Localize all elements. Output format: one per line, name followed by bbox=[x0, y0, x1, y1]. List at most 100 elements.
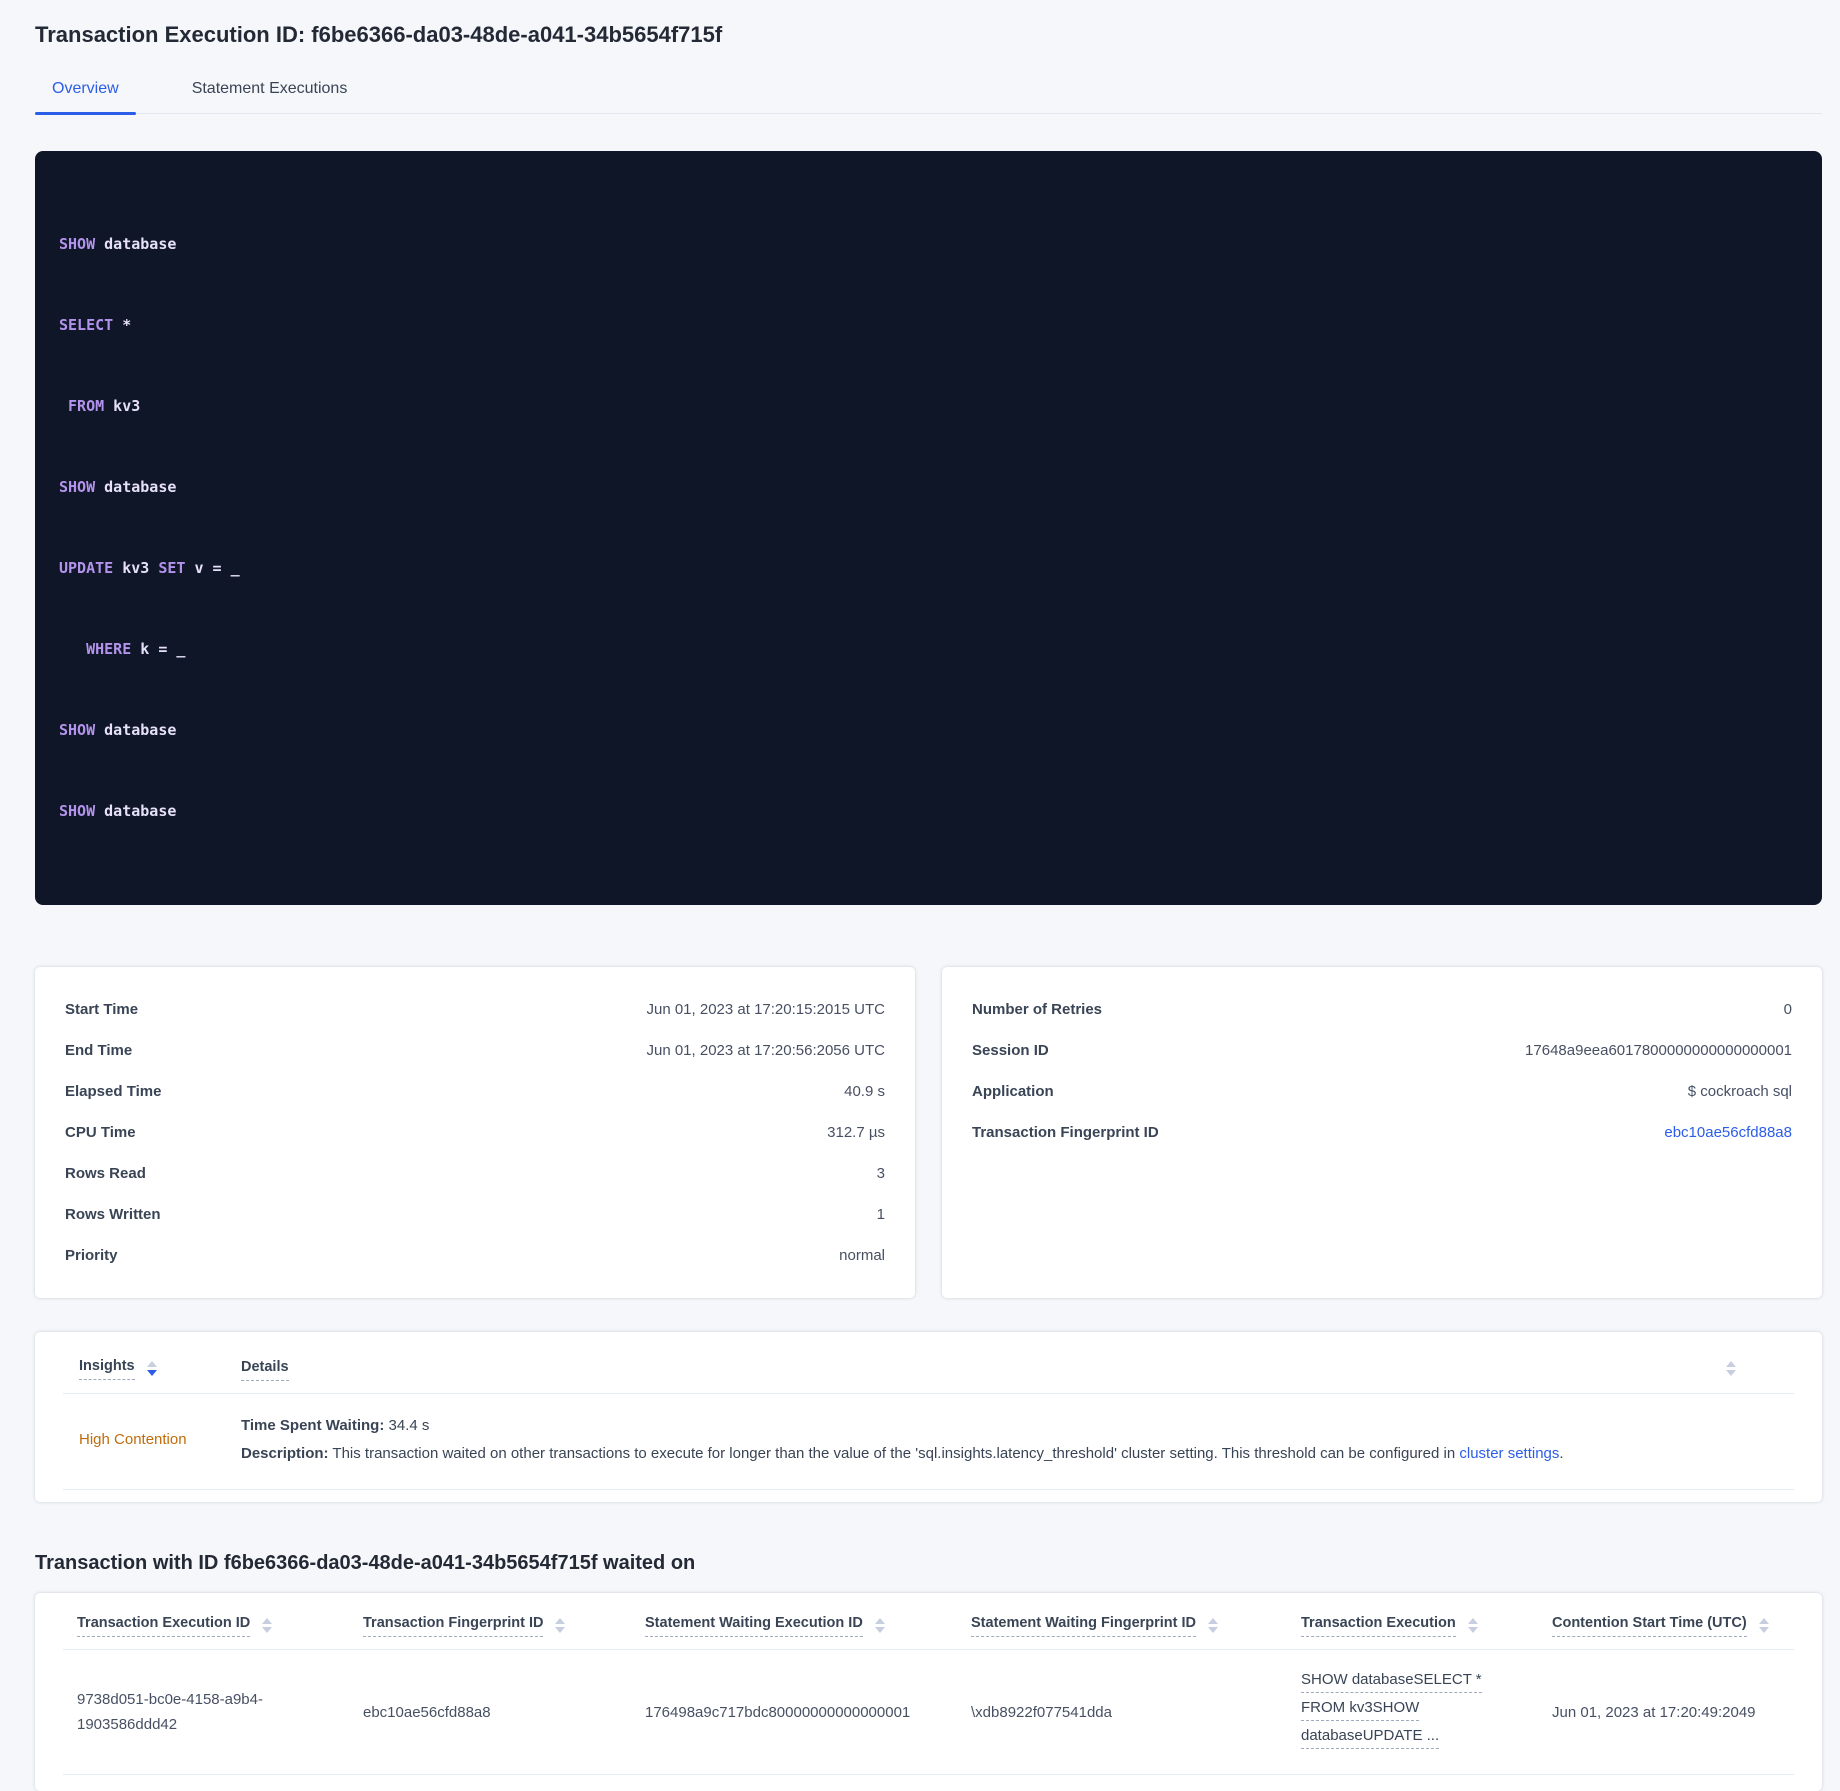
transaction-details-page: Transaction Execution ID: f6be6366-da03-… bbox=[0, 0, 1840, 1791]
sort-down-arrow-icon bbox=[1467, 1627, 1478, 1633]
sql-text: kv3 bbox=[113, 559, 159, 577]
column-sort-header[interactable]: Transaction Execution bbox=[1301, 1615, 1456, 1637]
priority-value: normal bbox=[839, 1247, 885, 1264]
sql-text: database bbox=[95, 235, 177, 253]
sql-line: FROM kv3 bbox=[59, 393, 1798, 420]
sort-down-arrow-icon bbox=[262, 1627, 273, 1633]
info-row-priority: Priority normal bbox=[65, 1235, 885, 1276]
sql-keyword: SHOW bbox=[59, 478, 96, 496]
sort-up-arrow-icon bbox=[874, 1618, 885, 1624]
sql-keyword: SHOW bbox=[59, 802, 96, 820]
insight-row: High Contention Time Spent Waiting: 34.4… bbox=[63, 1393, 1794, 1490]
details-sort-header[interactable]: Details bbox=[241, 1359, 289, 1381]
sql-keyword: SELECT bbox=[59, 316, 114, 334]
sort-icon[interactable] bbox=[262, 1618, 273, 1633]
sql-text: database bbox=[95, 478, 177, 496]
transaction-execution-preview[interactable]: databaseUPDATE ... bbox=[1301, 1726, 1440, 1749]
sort-down-arrow-icon bbox=[1758, 1627, 1769, 1633]
waiting-label: Time Spent Waiting: bbox=[241, 1417, 385, 1434]
retries-value: 0 bbox=[1783, 1001, 1792, 1018]
statement-waiting-execution-id-value: 176498a9c717bdc80000000000000001 bbox=[645, 1703, 911, 1721]
details-column-header: Details bbox=[241, 1358, 289, 1381]
column-sort-header[interactable]: Contention Start Time (UTC) bbox=[1552, 1615, 1747, 1637]
sql-line: SHOW database bbox=[59, 717, 1798, 744]
contention-start-time-value: Jun 01, 2023 at 17:20:49:2049 bbox=[1552, 1703, 1756, 1721]
sort-up-arrow-icon bbox=[262, 1618, 273, 1624]
info-label: Session ID bbox=[972, 1042, 1049, 1059]
statement-waiting-fingerprint-id-value: \xdb8922f077541dda bbox=[971, 1703, 1112, 1721]
cell-statement-waiting-execution-id: 176498a9c717bdc80000000000000001 bbox=[631, 1700, 957, 1725]
transaction-execution-id-value: 9738d051-bc0e-4158-a9b4-1903586ddd42 bbox=[77, 1691, 263, 1733]
cpu-time-value: 312.7 µs bbox=[827, 1124, 885, 1141]
sort-icon[interactable] bbox=[146, 1361, 157, 1376]
info-row-elapsed-time: Elapsed Time 40.9 s bbox=[65, 1071, 885, 1112]
sql-indent bbox=[59, 397, 68, 415]
tab-overview[interactable]: Overview bbox=[35, 80, 136, 115]
info-label: Rows Read bbox=[65, 1165, 146, 1182]
sql-text: k = _ bbox=[131, 640, 186, 658]
sort-icon[interactable] bbox=[1208, 1618, 1219, 1633]
info-label: Number of Retries bbox=[972, 1001, 1103, 1018]
col-header-transaction-execution-id: Transaction Execution ID bbox=[63, 1615, 349, 1637]
column-sort-header[interactable]: Transaction Fingerprint ID bbox=[363, 1615, 544, 1637]
col-header-transaction-execution: Transaction Execution bbox=[1287, 1615, 1538, 1637]
tab-bar: Overview Statement Executions bbox=[35, 80, 1822, 115]
sql-line: UPDATE kv3 SET v = _ bbox=[59, 555, 1798, 582]
insights-sort-header[interactable]: Insights bbox=[79, 1358, 135, 1380]
sql-keyword: FROM bbox=[68, 397, 105, 415]
info-row-txn-fingerprint: Transaction Fingerprint ID ebc10ae56cfd8… bbox=[972, 1112, 1792, 1153]
info-row-end-time: End Time Jun 01, 2023 at 17:20:56:2056 U… bbox=[65, 1030, 885, 1071]
start-time-value: Jun 01, 2023 at 17:20:15:2015 UTC bbox=[646, 1001, 885, 1018]
insights-card: Insights Details High Contention Time Sp… bbox=[35, 1332, 1822, 1502]
sort-down-arrow-icon bbox=[555, 1627, 566, 1633]
sql-keyword: SHOW bbox=[59, 235, 96, 253]
sql-text: database bbox=[95, 721, 177, 739]
sort-down-arrow-icon bbox=[874, 1627, 885, 1633]
sql-keyword: SHOW bbox=[59, 721, 96, 739]
waited-on-table-card: Transaction Execution ID Transaction Fin… bbox=[35, 1593, 1822, 1791]
insights-column-header: Insights bbox=[63, 1358, 241, 1380]
sort-up-arrow-icon bbox=[146, 1361, 157, 1367]
info-label: Priority bbox=[65, 1247, 118, 1264]
sort-icon[interactable] bbox=[1726, 1361, 1736, 1376]
time-spent-waiting: Time Spent Waiting: 34.4 s bbox=[241, 1416, 1564, 1435]
sort-up-arrow-icon bbox=[1208, 1618, 1219, 1624]
description-suffix: . bbox=[1559, 1445, 1564, 1462]
sort-icon[interactable] bbox=[1467, 1618, 1478, 1633]
sql-keyword: SET bbox=[158, 559, 186, 577]
transaction-fingerprint-link[interactable]: ebc10ae56cfd88a8 bbox=[1664, 1124, 1792, 1141]
column-sort-header[interactable]: Statement Waiting Fingerprint ID bbox=[971, 1615, 1197, 1637]
sort-icon[interactable] bbox=[874, 1618, 885, 1633]
info-row-retries: Number of Retries 0 bbox=[972, 989, 1792, 1030]
waited-on-heading: Transaction with ID f6be6366-da03-48de-a… bbox=[35, 1552, 696, 1574]
column-sort-header[interactable]: Transaction Execution ID bbox=[77, 1615, 251, 1637]
col-header-contention-start-time: Contention Start Time (UTC) bbox=[1538, 1615, 1794, 1637]
info-row-cpu-time: CPU Time 312.7 µs bbox=[65, 1112, 885, 1153]
sql-line: SHOW database bbox=[59, 474, 1798, 501]
sort-icon[interactable] bbox=[1758, 1618, 1769, 1633]
tab-statement-executions[interactable]: Statement Executions bbox=[175, 80, 365, 113]
transaction-execution-preview[interactable]: FROM kv3SHOW bbox=[1301, 1698, 1420, 1721]
sort-up-arrow-icon bbox=[555, 1618, 566, 1624]
session-card: Number of Retries 0 Session ID 17648a9ee… bbox=[942, 967, 1822, 1298]
column-sort-header[interactable]: Statement Waiting Execution ID bbox=[645, 1615, 863, 1637]
sort-down-arrow-icon bbox=[146, 1370, 157, 1376]
sort-icon[interactable] bbox=[555, 1618, 566, 1633]
cell-transaction-execution-id: 9738d051-bc0e-4158-a9b4-1903586ddd42 bbox=[63, 1687, 349, 1737]
cluster-settings-link[interactable]: cluster settings bbox=[1459, 1445, 1559, 1462]
waiting-value: 34.4 s bbox=[384, 1417, 430, 1434]
info-label: Elapsed Time bbox=[65, 1083, 162, 1100]
insight-details: Time Spent Waiting: 34.4 s Description: … bbox=[241, 1416, 1564, 1463]
cell-transaction-fingerprint-id: ebc10ae56cfd88a8 bbox=[349, 1700, 631, 1725]
timing-card: Start Time Jun 01, 2023 at 17:20:15:2015… bbox=[35, 967, 915, 1298]
transaction-fingerprint-id-value: ebc10ae56cfd88a8 bbox=[363, 1703, 491, 1721]
session-id-value: 17648a9eea6017800000000000000001 bbox=[1525, 1042, 1792, 1059]
info-label: End Time bbox=[65, 1042, 133, 1059]
application-value: $ cockroach sql bbox=[1687, 1083, 1792, 1100]
transaction-execution-preview[interactable]: SHOW databaseSELECT * bbox=[1301, 1670, 1482, 1693]
sort-up-arrow-icon bbox=[1726, 1361, 1736, 1367]
sql-text: * bbox=[113, 316, 132, 334]
info-row-rows-read: Rows Read 3 bbox=[65, 1153, 885, 1194]
sql-keyword: WHERE bbox=[86, 640, 132, 658]
col-header-transaction-fingerprint-id: Transaction Fingerprint ID bbox=[349, 1615, 631, 1637]
